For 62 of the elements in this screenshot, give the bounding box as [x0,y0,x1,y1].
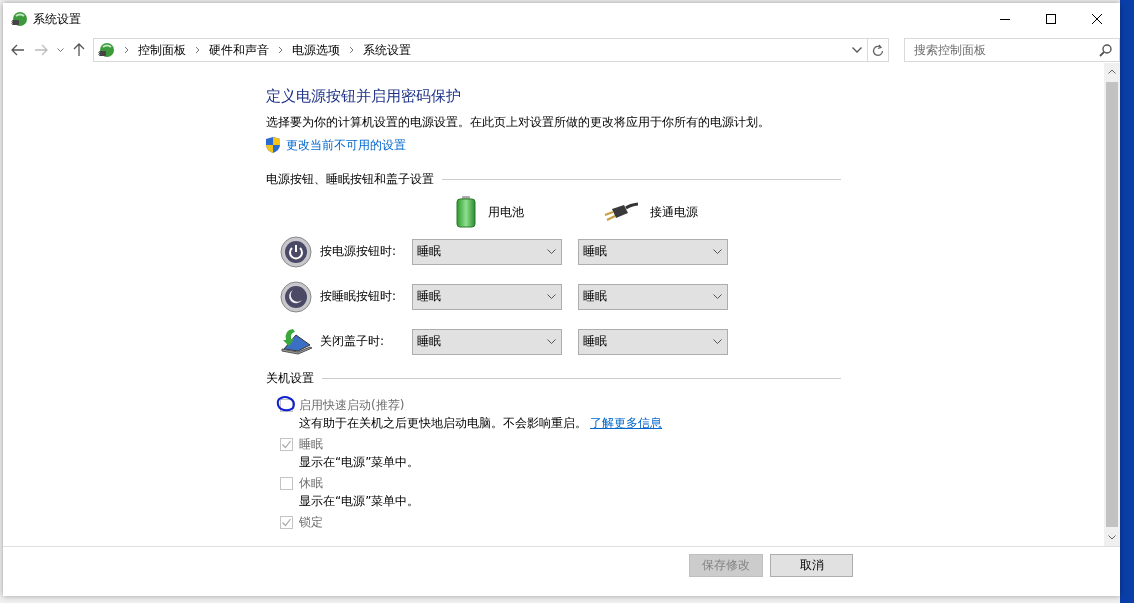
page-heading: 定义电源按钮并启用密码保护 [266,87,462,107]
chevron-icon [547,249,556,254]
option-label: 休眠 [299,474,323,492]
chevron-icon [278,46,283,54]
refresh-button[interactable] [868,38,890,62]
power-options-icon [11,10,28,28]
column-heading: 接通电源 [650,203,698,221]
option-label: 睡眠 [299,435,323,453]
dropdown[interactable]: 睡眠 [578,238,728,265]
chevron-icon [195,46,200,54]
section-title: 电源按钮、睡眠按钮和盖子设置 [266,170,434,188]
maximize-icon [1046,14,1056,24]
moon-icon [280,280,312,313]
scroll-down-icon[interactable] [1108,535,1116,540]
dropdown[interactable]: 睡眠 [412,328,562,355]
chevron-icon [713,294,722,299]
chevron-icon [349,46,354,54]
setting-label: 按睡眠按钮时: [320,288,398,305]
dropdown-icon[interactable] [852,47,863,53]
option-description: 显示在“电源”菜单中。 [299,492,420,510]
chevron-icon [547,294,556,299]
option-description: 显示在“电源”菜单中。 [299,453,420,471]
breadcrumb[interactable]: 电源选项 [292,41,340,59]
laptop-icon [280,326,314,357]
breadcrumb[interactable]: 硬件和声音 [209,41,269,59]
power-icon [280,235,312,268]
chevron-icon [124,46,129,54]
dialog-button[interactable]: 取消 [770,554,853,577]
chevron-icon [713,249,722,254]
breadcrumb[interactable]: 控制面板 [138,41,186,59]
scrollbar[interactable] [1104,63,1120,546]
search-icon [1099,43,1112,57]
dropdown[interactable]: 睡眠 [412,283,562,310]
setting-label: 关闭盖子时: [320,333,386,350]
page-description: 选择要为你的计算机设置的电源设置。在此页上对设置所做的更改将应用于你所有的电源计划。 [266,114,771,131]
shield-icon [266,137,280,153]
option-description: 这有助于在关机之后更快地启动电脑。不会影响重启。 [299,414,587,432]
back-icon[interactable] [11,44,25,56]
battery-icon [456,196,476,228]
chevron-icon [547,339,556,344]
breadcrumb[interactable]: 系统设置 [363,41,411,59]
dropdown-icon[interactable] [57,47,64,53]
scroll-thumb[interactable] [1106,82,1118,527]
plug-icon [604,202,638,222]
dropdown[interactable]: 睡眠 [578,283,728,310]
scroll-up-icon[interactable] [1108,69,1116,74]
address-bar[interactable]: 控制面板 硬件和声音 电源选项 系统设置 [93,38,869,62]
power-options-icon [98,41,115,59]
setting-label: 按电源按钮时: [320,243,398,260]
close-icon [1092,14,1102,24]
dropdown[interactable]: 睡眠 [578,328,728,355]
chevron-icon [713,339,722,344]
refresh-icon [872,43,885,57]
option-label: 启用快速启动(推荐) [299,396,405,414]
search-field[interactable]: 搜索控制面板 [904,38,1120,62]
up-icon[interactable] [73,43,85,57]
column-heading: 用电池 [488,203,524,221]
option-label: 锁定 [299,513,323,531]
section-title: 关机设置 [266,369,314,387]
dropdown[interactable]: 睡眠 [412,238,562,265]
window-title: 系统设置 [33,10,82,28]
change-settings-link[interactable]: 更改当前不可用的设置 [286,136,406,154]
